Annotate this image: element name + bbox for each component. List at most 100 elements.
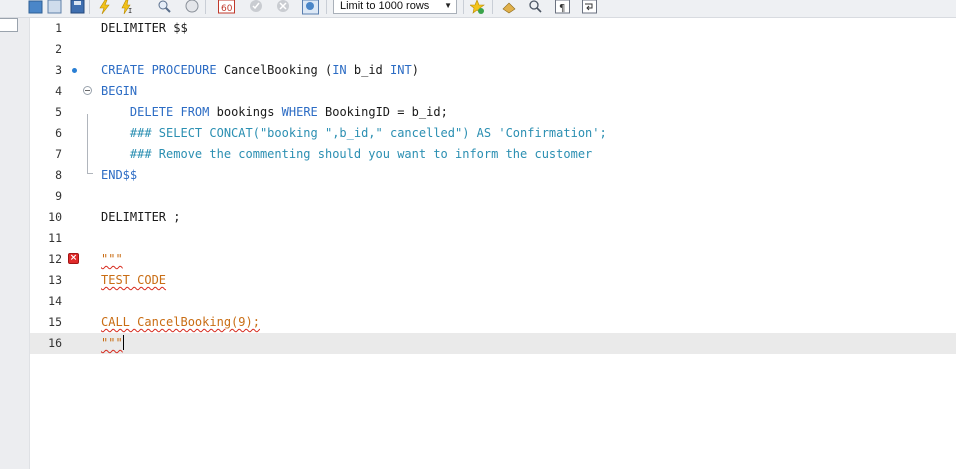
line-number: 7: [55, 147, 62, 161]
svg-text:60: 60: [221, 4, 233, 14]
code-token: WHERE: [281, 105, 318, 119]
code-token: CALL CancelBooking(9);: [101, 315, 260, 329]
code-line[interactable]: 14: [30, 291, 956, 312]
code-token: CancelBooking (: [216, 63, 333, 77]
code-token: ### Remove the commenting should you wan…: [101, 147, 593, 161]
autocommit-icon[interactable]: [302, 0, 319, 15]
code-line[interactable]: 8 END$$: [30, 165, 956, 186]
stop-icon[interactable]: [185, 0, 200, 15]
wrap-icon[interactable]: [582, 0, 597, 15]
side-filter-input[interactable]: [0, 18, 18, 32]
editor-toolbar: I 60 Limit to 1000 rows ▼ ¶: [0, 0, 956, 18]
toolbar-separator: [205, 0, 206, 14]
code-text: TEST CODE: [101, 270, 166, 291]
code-line[interactable]: 6 ### SELECT CONCAT("booking ",b_id," ca…: [30, 123, 956, 144]
code-line[interactable]: 1 DELIMITER $$: [30, 18, 956, 39]
code-text: """: [101, 249, 123, 270]
add-bookmark-icon[interactable]: [470, 0, 485, 15]
code-line[interactable]: 12 × """: [30, 249, 956, 270]
code-token: bookings: [209, 105, 282, 119]
toolbar-separator: [463, 0, 464, 14]
code-line[interactable]: 7 ### Remove the commenting should you w…: [30, 144, 956, 165]
sql-editor[interactable]: 1 DELIMITER $$ 2 3 CREATE PROCEDURE CancelBo…: [30, 18, 956, 469]
syntax-error-icon[interactable]: ×: [68, 253, 79, 264]
code-token: DELIMITER $$: [101, 21, 188, 35]
code-token: TEST CODE: [101, 273, 167, 287]
line-number: 10: [48, 210, 62, 224]
limit-rows-select[interactable]: Limit to 1000 rows ▼: [333, 0, 457, 14]
code-token: BookingID = b_id;: [317, 105, 448, 119]
toolbar-separator: [326, 0, 327, 14]
code-token: END$$: [101, 168, 138, 182]
code-token: INT: [390, 63, 412, 77]
toggle-results-icon[interactable]: 60: [218, 0, 235, 15]
code-token: """: [101, 252, 123, 266]
execute-current-icon[interactable]: I: [119, 0, 134, 15]
code-text: ### SELECT CONCAT("booking ",b_id," canc…: [101, 123, 607, 144]
code-token: ): [411, 63, 419, 77]
line-number: 1: [55, 21, 62, 35]
line-number: 4: [55, 84, 62, 98]
line-number: 5: [55, 105, 62, 119]
line-number: 9: [55, 189, 62, 203]
code-token: IN: [332, 63, 347, 77]
code-line[interactable]: 15 CALL CancelBooking(9);: [30, 312, 956, 333]
line-number: 14: [48, 294, 62, 308]
chevron-down-icon: ▼: [444, 1, 452, 10]
code-line[interactable]: 4 BEGIN: [30, 81, 956, 102]
line-number: 16: [48, 336, 62, 350]
statement-marker-icon[interactable]: [72, 68, 77, 73]
execute-icon[interactable]: [97, 0, 112, 15]
code-line[interactable]: 16 """: [30, 333, 956, 354]
limit-rows-value: Limit to 1000 rows: [340, 0, 430, 12]
save-icon[interactable]: [70, 0, 85, 15]
code-text: CALL CancelBooking(9);: [101, 312, 260, 333]
code-line[interactable]: 9: [30, 186, 956, 207]
line-number: 11: [48, 231, 62, 245]
toolbar-separator: [492, 0, 493, 14]
line-number: 13: [48, 273, 62, 287]
code-text: BEGIN: [101, 81, 137, 102]
code-token: BEGIN: [101, 84, 138, 98]
code-line[interactable]: 10 DELIMITER ;: [30, 207, 956, 228]
svg-text:I: I: [128, 7, 132, 15]
line-number: 8: [55, 168, 62, 182]
find-icon[interactable]: [528, 0, 543, 15]
invisible-chars-icon[interactable]: ¶: [555, 0, 570, 15]
code-text: DELETE FROM bookings WHERE BookingID = b…: [101, 102, 448, 123]
text-caret: [122, 335, 125, 350]
beautify-icon[interactable]: [502, 0, 517, 15]
code-text: END$$: [101, 165, 137, 186]
svg-text:¶: ¶: [559, 3, 565, 14]
line-number: 2: [55, 42, 62, 56]
code-token: b_id: [346, 63, 390, 77]
side-panel: [0, 18, 30, 469]
code-text: """: [101, 333, 125, 354]
code-token: DELIMITER ;: [101, 210, 181, 224]
code-line[interactable]: 3 CREATE PROCEDURE CancelBooking (IN b_id…: [30, 60, 956, 81]
line-number: 12: [48, 252, 62, 266]
code-token: DELETE FROM: [129, 105, 210, 119]
line-number: 6: [55, 126, 62, 140]
code-text: ### Remove the commenting should you wan…: [101, 144, 592, 165]
code-line[interactable]: 2: [30, 39, 956, 60]
code-text: DELIMITER ;: [101, 207, 180, 228]
line-number: 3: [55, 63, 62, 77]
rollback-icon[interactable]: [276, 0, 291, 15]
code-line[interactable]: 13 TEST CODE: [30, 270, 956, 291]
toolbar-separator: [89, 0, 90, 14]
folder-icon[interactable]: [28, 0, 43, 15]
code-line[interactable]: 5 DELETE FROM bookings WHERE BookingID =…: [30, 102, 956, 123]
line-number: 15: [48, 315, 62, 329]
code-token: ### SELECT CONCAT("booking ",b_id," canc…: [101, 126, 607, 140]
explain-icon[interactable]: [157, 0, 172, 15]
code-token: CREATE PROCEDURE: [101, 63, 217, 77]
code-token: """: [101, 336, 123, 350]
code-text: CREATE PROCEDURE CancelBooking (IN b_id …: [101, 60, 419, 81]
commit-icon[interactable]: [249, 0, 264, 15]
code-line[interactable]: 11: [30, 228, 956, 249]
open-file-icon[interactable]: [47, 0, 62, 15]
code-text: DELIMITER $$: [101, 18, 188, 39]
fold-toggle-icon[interactable]: [83, 86, 92, 95]
